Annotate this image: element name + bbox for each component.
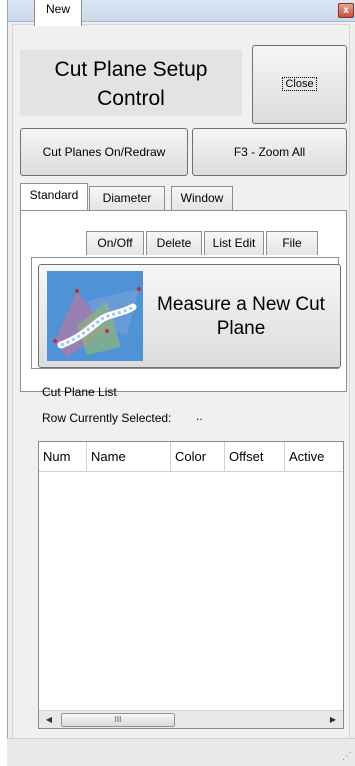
window-close-icon[interactable]: x: [338, 3, 354, 18]
tab-standard[interactable]: Standard: [20, 183, 88, 210]
cut-plane-table[interactable]: Num Name Color Offset Active ◀ III ▶: [38, 441, 344, 729]
subtab-new[interactable]: New: [34, 0, 82, 26]
column-header-name[interactable]: Name: [87, 442, 171, 472]
cut-plane-curve-icon: [47, 271, 143, 361]
row-selected-label: Row Currently Selected:: [42, 411, 172, 425]
column-header-color[interactable]: Color: [171, 442, 225, 472]
subtab-list-edit[interactable]: List Edit: [204, 231, 264, 255]
subtab-on-off[interactable]: On/Off: [86, 231, 144, 255]
subtab-delete[interactable]: Delete: [146, 231, 202, 255]
table-header: Num Name Color Offset Active: [39, 442, 343, 472]
desktop-edge: [0, 0, 7, 766]
cut-planes-redraw-button[interactable]: Cut Planes On/Redraw: [20, 128, 188, 176]
resize-grip-icon[interactable]: ⋰: [342, 751, 352, 762]
cut-plane-list-title: Cut Plane List: [42, 385, 117, 399]
status-bar: ⋰: [7, 738, 355, 766]
tab-diameter[interactable]: Diameter: [89, 186, 165, 210]
scroll-left-icon[interactable]: ◀: [42, 713, 56, 727]
column-header-offset[interactable]: Offset: [225, 442, 285, 472]
measure-button-label: Measure a New Cut Plane: [157, 294, 325, 339]
row-selected-value: ..: [196, 409, 203, 423]
column-header-active[interactable]: Active: [285, 442, 343, 472]
measure-new-cut-plane-button[interactable]: Measure a New Cut Plane: [38, 264, 341, 368]
scroll-right-icon[interactable]: ▶: [326, 713, 340, 727]
tab-window[interactable]: Window: [171, 186, 233, 210]
horizontal-scrollbar[interactable]: ◀ III ▶: [39, 710, 343, 728]
zoom-all-button[interactable]: F3 - Zoom All: [192, 128, 347, 176]
column-header-num[interactable]: Num: [39, 442, 87, 472]
scroll-thumb[interactable]: III: [61, 713, 175, 727]
page-title: Cut Plane Setup Control: [20, 50, 242, 116]
subtab-file[interactable]: File: [266, 231, 318, 255]
close-button[interactable]: Close: [252, 45, 347, 124]
close-button-label: Close: [282, 77, 317, 91]
